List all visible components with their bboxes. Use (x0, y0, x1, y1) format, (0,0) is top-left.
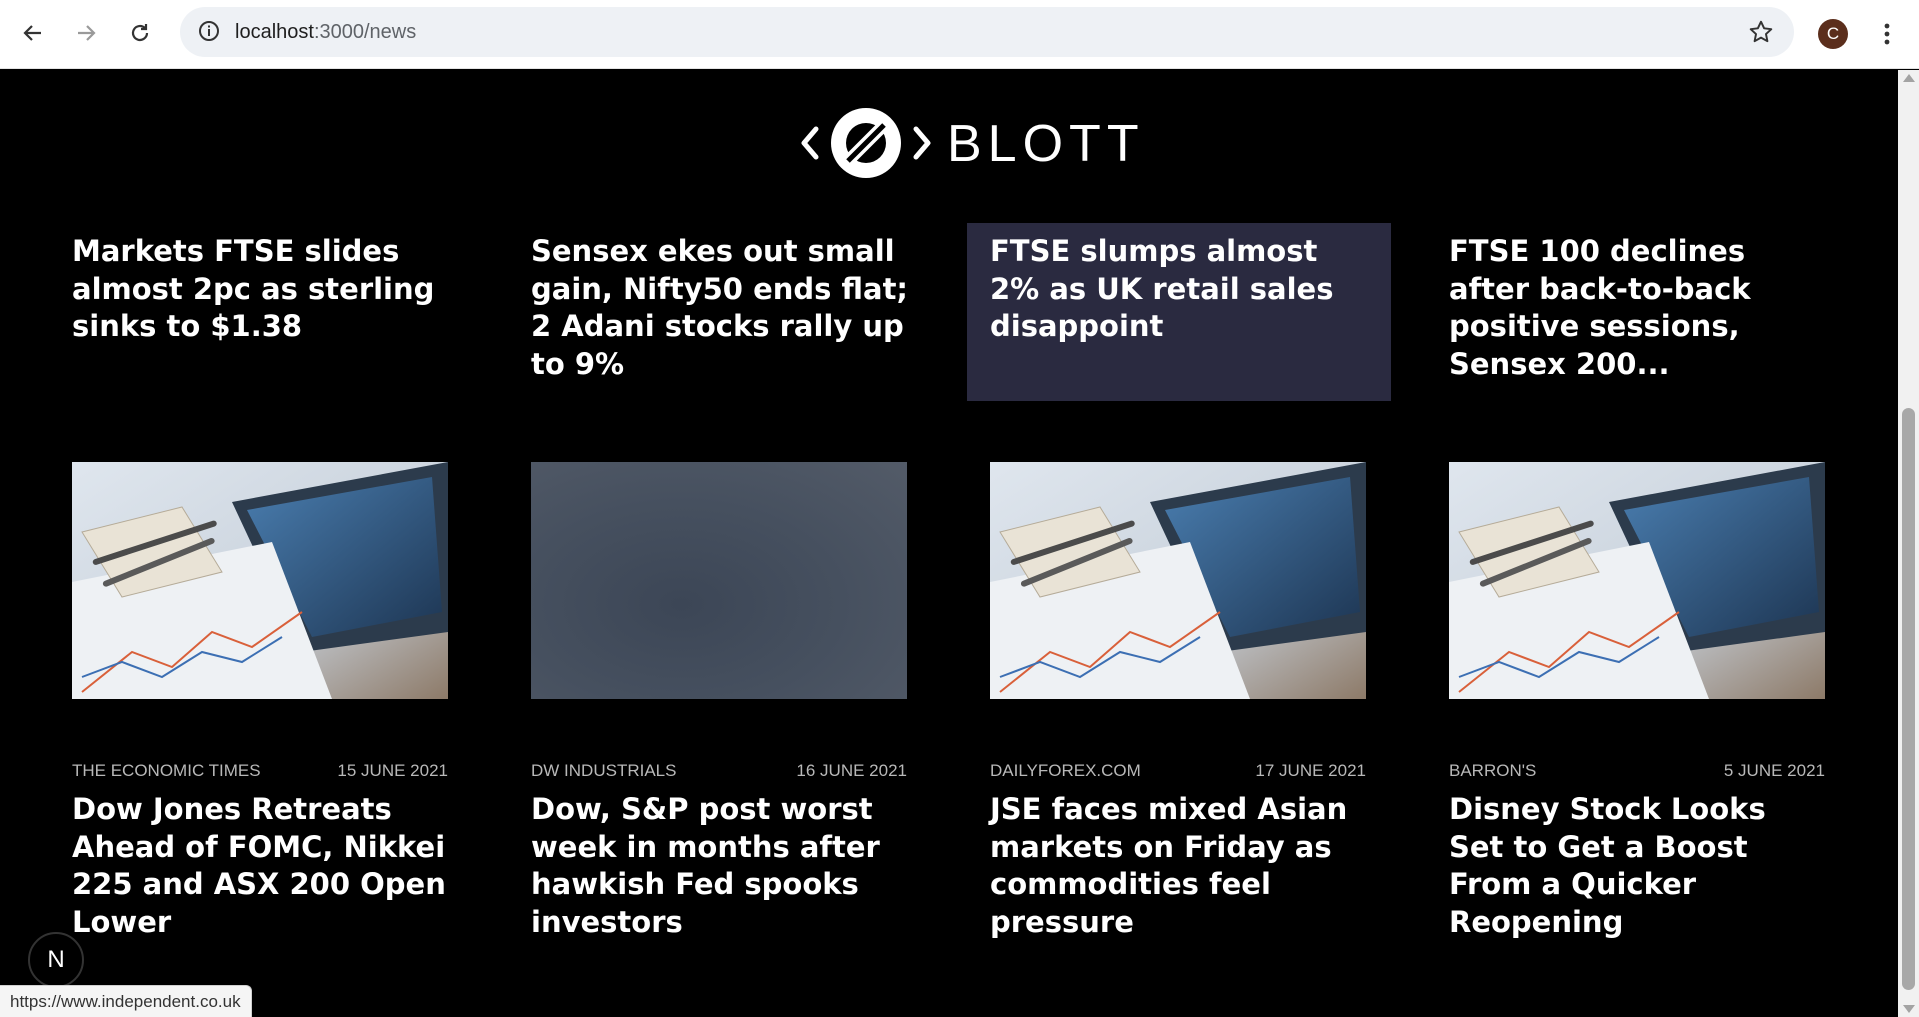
nextjs-dev-badge[interactable]: N (28, 932, 84, 988)
article-date: 16 JUNE 2021 (796, 761, 907, 780)
article-card[interactable]: DAILYFOREX.COM 17 JUNE 2021 JSE faces mi… (990, 462, 1366, 941)
news-page: BLOTT Markets FTSE slides almost 2pc as … (0, 70, 1898, 1017)
article-source: DAILYFOREX.COM (990, 761, 1141, 780)
article-meta: THE ECONOMIC TIMES 15 JUNE 2021 (72, 761, 448, 781)
article-meta: BARRON'S 5 JUNE 2021 (1449, 761, 1825, 781)
top-story-headline: Markets FTSE slides almost 2pc as sterli… (72, 234, 435, 343)
top-story-card-hovered[interactable]: FTSE slumps almost 2% as UK retail sales… (967, 223, 1391, 401)
profile-avatar[interactable]: C (1818, 19, 1848, 49)
finance-chart-photo-icon (990, 462, 1366, 699)
article-meta: DW INDUSTRIALS 16 JUNE 2021 (531, 761, 907, 781)
article-source: DW INDUSTRIALS (531, 761, 677, 780)
bookmark-star-icon[interactable] (1748, 19, 1774, 45)
url-host: localhost (235, 21, 314, 43)
finance-chart-photo-icon (1449, 462, 1825, 699)
url-text: localhost:3000/news (235, 21, 416, 44)
article-headline: Dow, S&P post worst week in months after… (531, 792, 880, 939)
article-thumbnail (1449, 462, 1825, 699)
link-status-bubble: https://www.independent.co.uk (0, 985, 252, 1017)
site-info-icon[interactable] (198, 20, 220, 42)
article-card[interactable]: DW INDUSTRIALS 16 JUNE 2021 Dow, S&P pos… (531, 462, 907, 941)
top-story-card[interactable]: Sensex ekes out small gain, Nifty50 ends… (508, 223, 932, 383)
article-source: BARRON'S (1449, 761, 1537, 780)
scroll-down-arrow-icon[interactable] (1903, 1005, 1915, 1013)
article-headline: JSE faces mixed Asian markets on Friday … (990, 792, 1348, 939)
kebab-menu-icon (1884, 23, 1890, 45)
top-story-card[interactable]: FTSE 100 declines after back-to-back pos… (1426, 223, 1850, 383)
blurred-placeholder-image (531, 462, 907, 699)
article-meta: DAILYFOREX.COM 17 JUNE 2021 (990, 761, 1366, 781)
article-thumbnail (531, 462, 907, 699)
article-card[interactable]: THE ECONOMIC TIMES 15 JUNE 2021 Dow Jone… (72, 462, 448, 941)
reload-button[interactable] (121, 14, 159, 52)
scroll-up-arrow-icon[interactable] (1903, 74, 1915, 82)
scrollbar-thumb[interactable] (1902, 408, 1915, 990)
browser-toolbar: localhost:3000/news C (0, 0, 1919, 69)
finance-chart-photo-icon (72, 462, 448, 699)
article-date: 15 JUNE 2021 (337, 761, 448, 780)
reload-icon (131, 24, 149, 42)
article-source: THE ECONOMIC TIMES (72, 761, 261, 780)
article-date: 5 JUNE 2021 (1723, 761, 1825, 780)
forward-button[interactable] (67, 14, 105, 52)
top-story-headline: FTSE slumps almost 2% as UK retail sales… (990, 234, 1334, 343)
top-story-card[interactable]: Markets FTSE slides almost 2pc as sterli… (49, 223, 473, 383)
article-thumbnail (72, 462, 448, 699)
top-story-headline: Sensex ekes out small gain, Nifty50 ends… (531, 234, 909, 381)
logo-wordmark: BLOTT (947, 115, 1145, 173)
top-story-headline: FTSE 100 declines after back-to-back pos… (1449, 234, 1751, 381)
article-headline: Dow Jones Retreats Ahead of FOMC, Nikkei… (72, 792, 446, 939)
article-card[interactable]: BARRON'S 5 JUNE 2021 Disney Stock Looks … (1449, 462, 1825, 941)
article-thumbnail (990, 462, 1366, 699)
back-button[interactable] (14, 14, 52, 52)
address-bar[interactable]: localhost:3000/news (180, 7, 1794, 57)
arrow-right-icon (78, 25, 96, 41)
article-date: 17 JUNE 2021 (1255, 761, 1366, 780)
browser-menu-button[interactable] (1872, 17, 1902, 51)
arrow-left-icon (23, 25, 41, 41)
url-path: :3000/news (313, 21, 417, 43)
article-headline: Disney Stock Looks Set to Get a Boost Fr… (1449, 792, 1766, 939)
blott-logo-icon (801, 108, 931, 178)
page-scrollbar[interactable] (1898, 70, 1919, 1017)
